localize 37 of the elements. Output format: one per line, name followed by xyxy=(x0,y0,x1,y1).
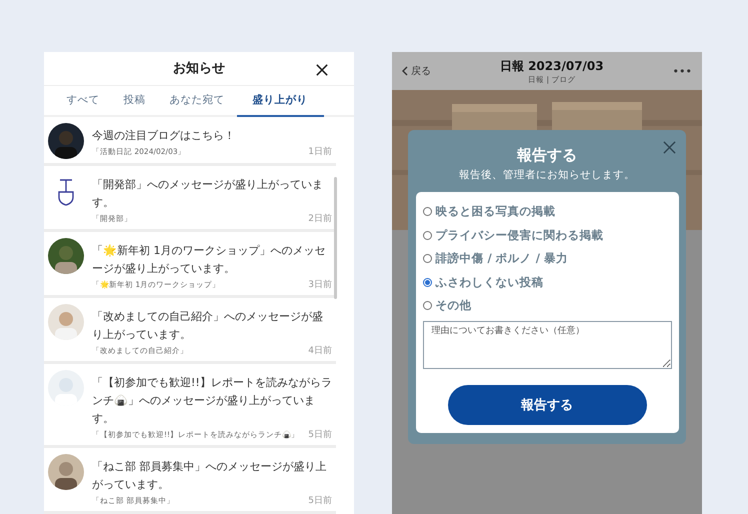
back-button[interactable]: 戻る xyxy=(402,64,431,78)
reason-option[interactable]: その他 xyxy=(422,294,672,318)
chevron-icon xyxy=(402,66,408,76)
tab[interactable]: あなた宛て xyxy=(158,86,236,117)
notification-text[interactable]: 「開発部」へのメッセージが盛り上がっています。 xyxy=(92,176,332,212)
time-label: 2日前 xyxy=(308,212,332,225)
notification-text[interactable]: 「ねこ部 部員募集中」へのメッセージが盛り上がっています。 xyxy=(92,458,332,494)
time-label: 1日前 xyxy=(308,146,332,158)
tab[interactable]: すべて xyxy=(54,86,112,117)
reason-field[interactable]: 理由についてお書きください（任意） xyxy=(422,321,672,370)
radio-button[interactable] xyxy=(422,230,432,240)
reason-option[interactable]: 映ると困る写真の掲載 xyxy=(422,200,672,224)
radio-button[interactable] xyxy=(422,254,432,264)
dialog-subtitle: 報告後、管理者にお知らせします。 xyxy=(459,168,635,182)
tab[interactable]: 盛り上がり xyxy=(236,86,324,117)
notification-text[interactable]: 今週の注目ブログはこちら！ xyxy=(92,127,332,145)
radio-button[interactable] xyxy=(422,278,432,287)
time-label: 5日前 xyxy=(308,428,332,441)
more-button[interactable]: ••• xyxy=(672,64,692,78)
report-button[interactable]: 報告する xyxy=(448,385,646,425)
time-label: 5日前 xyxy=(308,494,332,507)
tab[interactable]: 投稿 xyxy=(112,86,158,117)
reason-option[interactable]: 誹謗中傷 / ポルノ / 暴力 xyxy=(422,246,672,270)
notification-text[interactable]: 「🌟新年初 1月のワークショップ」へのメッセージが盛り上がっています。 xyxy=(92,242,332,278)
radio-button[interactable] xyxy=(422,207,432,216)
notification-text[interactable]: 「【初参加でも歓迎!!】レポートを読みながらランチ🍙」へのメッセージが盛り上がっています。 xyxy=(92,374,332,428)
panel-title: お知らせ xyxy=(173,60,225,78)
time-label: 4日前 xyxy=(308,344,332,357)
time-label: 3日前 xyxy=(308,278,332,291)
close-icon[interactable] xyxy=(316,64,328,76)
reason-option[interactable]: プライバシー侵害に関わる掲載 xyxy=(422,223,672,247)
scrollbar[interactable] xyxy=(334,177,337,299)
post-title: 日報 2023/07/03 xyxy=(500,58,604,74)
dialog-title: 報告する xyxy=(517,146,577,165)
notification-text[interactable]: 「改めましての自己紹介」へのメッセージが盛り上がっています。 xyxy=(92,308,332,344)
radio-button[interactable] xyxy=(422,300,432,310)
reason-option[interactable]: ふさわしくない投稿 xyxy=(422,270,672,294)
